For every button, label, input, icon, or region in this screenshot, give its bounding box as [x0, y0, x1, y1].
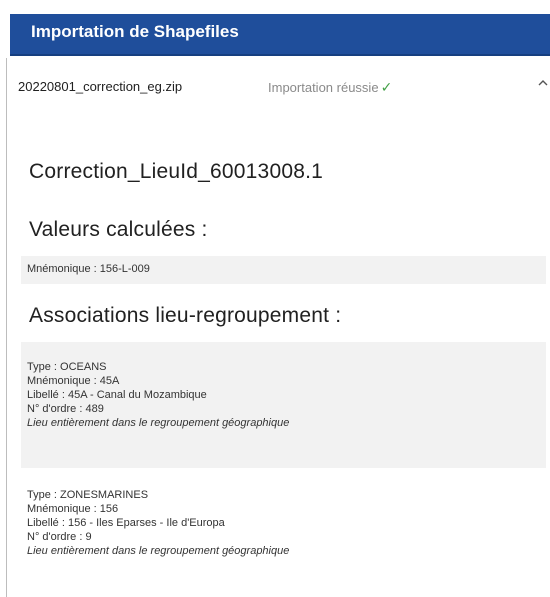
association-type: Type : OCEANS — [27, 361, 107, 373]
association-mnemonic: Mnémonique : 156 — [27, 503, 119, 515]
association-mnemonic: Mnémonique : 45A — [27, 375, 120, 387]
panel-header: Importation de Shapefiles — [10, 14, 550, 56]
shape-title: Correction_LieuId_60013008.1 — [29, 160, 323, 183]
panel-title: Importation de Shapefiles — [31, 22, 239, 41]
association-order: N° d'ordre : 9 — [27, 531, 92, 543]
associations-heading: Associations lieu-regroupement : — [29, 304, 342, 327]
import-file-row[interactable]: 20220801_correction_eg.zip Importation r… — [0, 58, 550, 118]
check-icon: ✓ — [380, 79, 393, 95]
import-status: Importation réussie ✓ — [268, 79, 392, 96]
import-panel: Importation de Shapefiles 20220801_corre… — [0, 0, 550, 597]
association-item: Type : ZONESMARINES Mnémonique : 156 Lib… — [21, 470, 546, 580]
import-status-label: Importation réussie — [268, 80, 379, 95]
import-file-name: 20220801_correction_eg.zip — [18, 79, 183, 94]
panel-left-border — [6, 58, 7, 597]
association-type: Type : ZONESMARINES — [27, 489, 149, 501]
association-note: Lieu entièrement dans le regroupement gé… — [27, 545, 290, 557]
chevron-up-icon[interactable] — [537, 77, 549, 89]
association-order: N° d'ordre : 489 — [27, 403, 104, 415]
computed-mnemonic: Mnémonique : 156-L-009 — [27, 263, 150, 275]
association-label: Libellé : 156 - Iles Eparses - Ile d'Eur… — [27, 517, 225, 529]
association-note: Lieu entièrement dans le regroupement gé… — [27, 417, 290, 429]
computed-values-panel: Mnémonique : 156-L-009 — [21, 256, 546, 284]
association-item: Type : OCEANS Mnémonique : 45A Libellé :… — [21, 342, 546, 468]
computed-values-heading: Valeurs calculées : — [29, 218, 208, 241]
association-label: Libellé : 45A - Canal du Mozambique — [27, 389, 207, 401]
